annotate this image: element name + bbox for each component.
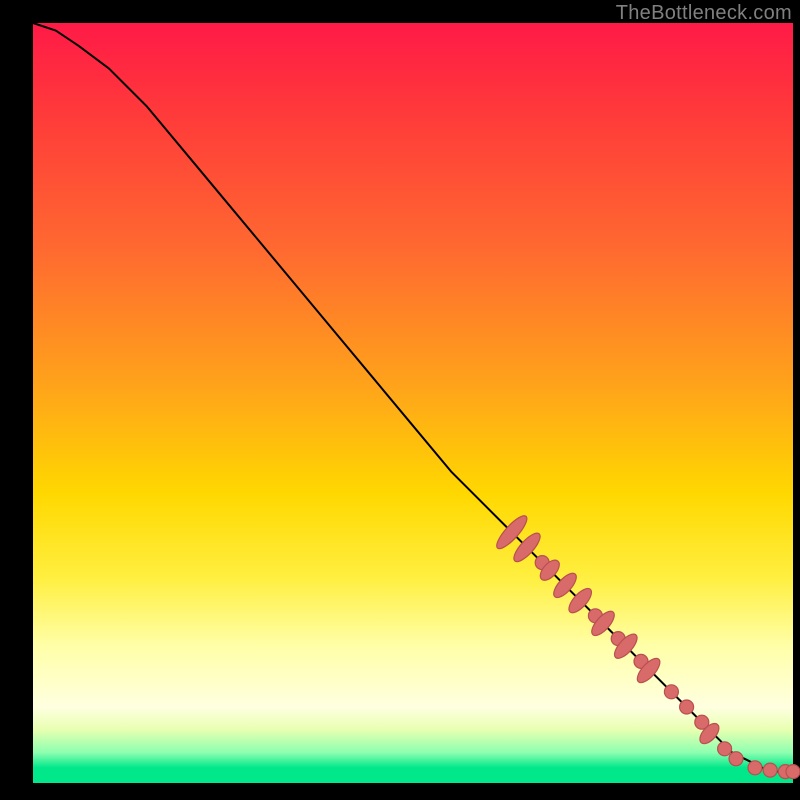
- data-marker: [786, 765, 800, 779]
- plot-area: [33, 23, 793, 783]
- data-marker: [664, 685, 678, 699]
- markers-group: [493, 512, 800, 779]
- curve-line: [33, 23, 793, 772]
- data-marker: [748, 761, 762, 775]
- data-marker: [763, 763, 777, 777]
- data-marker: [729, 752, 743, 766]
- chart-frame: TheBottleneck.com: [0, 0, 800, 800]
- plot-svg: [33, 23, 793, 783]
- data-marker: [718, 742, 732, 756]
- watermark-text: TheBottleneck.com: [616, 2, 792, 25]
- data-marker: [680, 700, 694, 714]
